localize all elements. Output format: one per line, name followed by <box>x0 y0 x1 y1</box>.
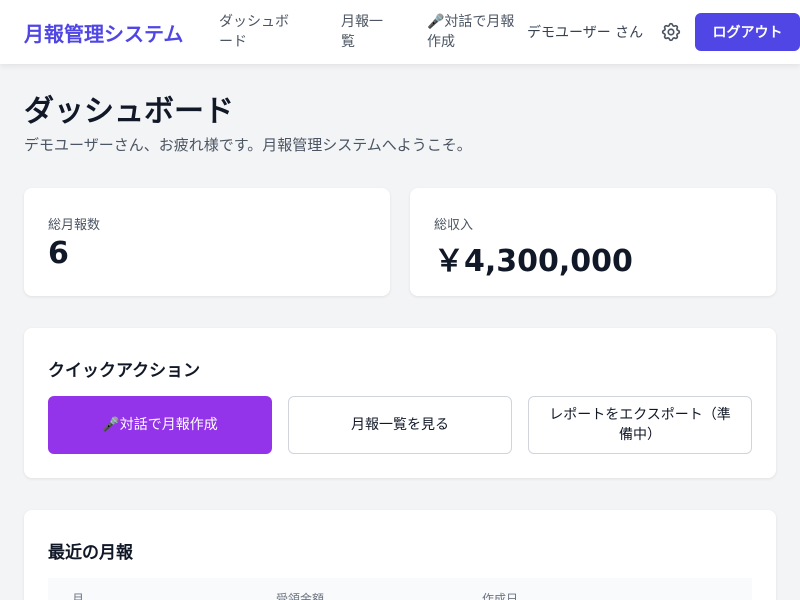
stat-card-report-count: 総月報数 6 <box>24 188 390 296</box>
quick-actions-title: クイックアクション <box>48 361 201 381</box>
top-navigation-bar: 月報管理システム ダッシュボード 月報一覧 🎤対話で月報作成 デモユーザー さん… <box>0 0 800 64</box>
stat-label: 総月報数 <box>48 218 101 233</box>
column-header-created: 作成日 <box>482 592 519 600</box>
column-header-month: 月 <box>72 592 85 600</box>
table-header-row: 月 受領金額 作成日 <box>48 578 752 600</box>
voice-report-button[interactable]: 🎤対話で月報作成 <box>48 396 272 454</box>
user-greeting: デモユーザー さん <box>527 25 644 41</box>
stat-card-total-income: 総収入 ￥4,300,000 <box>410 188 776 296</box>
nav-link-report-list[interactable]: 月報一覧 <box>341 12 391 52</box>
view-reports-button[interactable]: 月報一覧を見る <box>288 396 512 454</box>
recent-reports-title: 最近の月報 <box>48 543 133 563</box>
nav-link-dashboard[interactable]: ダッシュボード <box>219 12 301 52</box>
page-subtitle: デモユーザーさん、お疲れ様です。月報管理システムへようこそ。 <box>24 136 472 154</box>
recent-reports-card: 最近の月報 月 受領金額 作成日 <box>24 510 776 600</box>
stat-value: 6 <box>48 236 69 271</box>
gear-icon[interactable] <box>660 21 682 43</box>
export-report-button[interactable]: レポートをエクスポート（準備中） <box>528 396 752 454</box>
stat-value: ￥4,300,000 <box>434 244 633 279</box>
nav-link-voice-report[interactable]: 🎤対話で月報作成 <box>427 12 523 52</box>
page-title: ダッシュボード <box>24 94 234 129</box>
logout-button[interactable]: ログアウト <box>695 13 800 51</box>
quick-actions-card: クイックアクション 🎤対話で月報作成 月報一覧を見る レポートをエクスポート（準… <box>24 328 776 478</box>
column-header-amount: 受領金額 <box>276 592 325 600</box>
app-brand[interactable]: 月報管理システム <box>24 18 183 47</box>
stat-label: 総収入 <box>434 218 474 233</box>
